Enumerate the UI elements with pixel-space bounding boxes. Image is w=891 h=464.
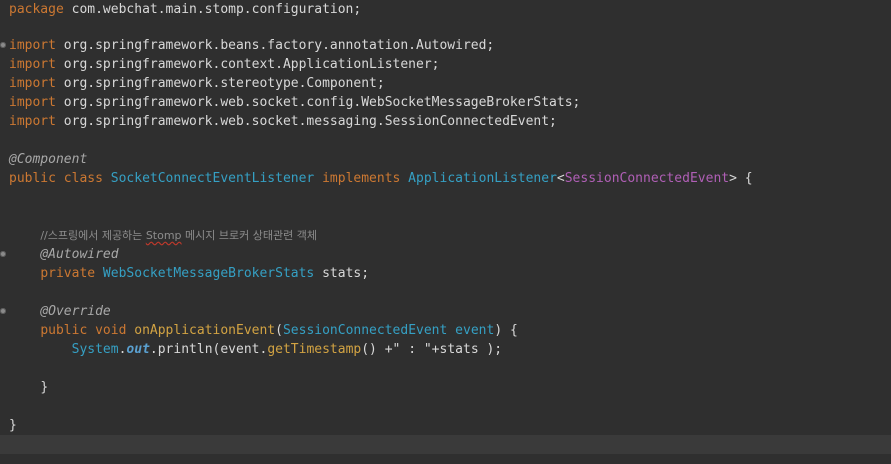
comment-prefix: //스프링에서 제공하는 bbox=[40, 229, 146, 242]
keyword: import bbox=[9, 57, 56, 72]
keyword: public bbox=[9, 171, 56, 186]
println-call: .println(event. bbox=[149, 342, 268, 357]
package-name: com.webchat.main.stomp.configuration; bbox=[63, 2, 362, 17]
import-path: org.springframework.context.ApplicationL… bbox=[55, 57, 440, 72]
code-line-annotation[interactable]: @Autowired bbox=[0, 245, 891, 264]
code-line-method-declaration[interactable]: public void onApplicationEvent(SessionCo… bbox=[0, 321, 891, 340]
keyword: void bbox=[87, 323, 127, 338]
code-editor[interactable]: package com.webchat.main.stomp.configura… bbox=[0, 0, 891, 464]
fold-marker-icon[interactable] bbox=[0, 308, 6, 314]
keyword: import bbox=[9, 95, 56, 110]
method-name: onApplicationEvent bbox=[126, 323, 276, 338]
keyword: import bbox=[9, 76, 56, 91]
system-class: System bbox=[71, 342, 119, 357]
interface-name: ApplicationListener bbox=[400, 171, 557, 186]
closing-brace: } bbox=[40, 380, 49, 395]
code-line-field[interactable]: private WebSocketMessageBrokerStats stat… bbox=[0, 264, 891, 283]
code-line-class-declaration[interactable]: public class SocketConnectEventListener … bbox=[0, 169, 891, 188]
param-name: event bbox=[447, 323, 495, 338]
comment-suffix: 메시지 브로커 상태관련 객체 bbox=[181, 229, 317, 242]
code-line-import[interactable]: import org.springframework.beans.factory… bbox=[0, 36, 891, 55]
keyword: private bbox=[40, 266, 96, 281]
code-line-statement[interactable]: System.out.println(event.getTimestamp() … bbox=[0, 340, 891, 359]
fold-marker-icon[interactable] bbox=[0, 42, 6, 48]
annotation: @Override bbox=[40, 304, 111, 319]
code-line-current-empty[interactable] bbox=[0, 435, 891, 454]
statement-end: "+stats ); bbox=[423, 342, 503, 357]
keyword: implements bbox=[314, 171, 401, 186]
static-field: out bbox=[126, 342, 150, 357]
getter-call: getTimestamp bbox=[267, 342, 362, 357]
code-line-import[interactable]: import org.springframework.web.socket.co… bbox=[0, 93, 891, 112]
import-path: org.springframework.beans.factory.annota… bbox=[55, 38, 495, 53]
code-line-import[interactable]: import org.springframework.web.socket.me… bbox=[0, 112, 891, 131]
method-brace: ) { bbox=[494, 323, 518, 338]
field-type: WebSocketMessageBrokerStats bbox=[95, 266, 315, 281]
import-path: org.springframework.web.socket.messaging… bbox=[55, 114, 557, 129]
spell-error-word: Stomp bbox=[145, 229, 182, 242]
import-path: org.springframework.web.socket.config.We… bbox=[55, 95, 581, 110]
code-line-import[interactable]: import org.springframework.context.Appli… bbox=[0, 55, 891, 74]
string-literal: : bbox=[400, 342, 424, 357]
comment: //스프링에서 제공하는 Stomp 메시지 브로커 상태관련 객체 bbox=[40, 229, 317, 242]
import-path: org.springframework.stereotype.Component… bbox=[55, 76, 385, 91]
keyword: import bbox=[9, 114, 56, 129]
code-line-comment[interactable]: //스프링에서 제공하는 Stomp 메시지 브로커 상태관련 객체 bbox=[0, 226, 891, 245]
code-line-package[interactable]: package com.webchat.main.stomp.configura… bbox=[0, 0, 891, 19]
annotation: @Component bbox=[9, 152, 88, 167]
code-line-annotation[interactable]: @Component bbox=[0, 150, 891, 169]
class-name: SocketConnectEventListener bbox=[102, 171, 315, 186]
concat-op: () +" bbox=[361, 342, 401, 357]
class-brace: > { bbox=[729, 171, 753, 186]
closing-brace: } bbox=[9, 418, 17, 433]
annotation: @Autowired bbox=[40, 247, 119, 262]
paren-open: ( bbox=[275, 323, 283, 338]
field-name: stats; bbox=[314, 266, 370, 281]
fold-marker-icon[interactable] bbox=[0, 251, 6, 257]
code-line-close-class[interactable]: } bbox=[0, 416, 891, 435]
generic-open: < bbox=[556, 171, 565, 186]
keyword: public bbox=[40, 323, 88, 338]
code-line-annotation[interactable]: @Override bbox=[0, 302, 891, 321]
code-line-close-method[interactable]: } bbox=[0, 378, 891, 397]
code-line-import[interactable]: import org.springframework.stereotype.Co… bbox=[0, 74, 891, 93]
keyword: import bbox=[9, 38, 56, 53]
keyword: package bbox=[9, 2, 64, 17]
keyword: class bbox=[55, 171, 103, 186]
generic-type: SessionConnectedEvent bbox=[564, 171, 730, 186]
param-type: SessionConnectedEvent bbox=[282, 323, 448, 338]
